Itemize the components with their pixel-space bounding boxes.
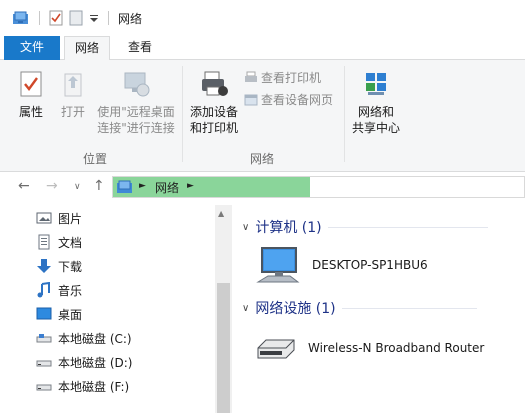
network-folder-icon xyxy=(13,11,28,24)
group-header-network-infrastructure[interactable]: ∨ 网络设施 (1) xyxy=(242,298,477,318)
group-divider xyxy=(327,226,488,228)
nav-item-drive-c[interactable]: 本地磁盘 (C:) xyxy=(36,327,132,349)
network-sharing-icon xyxy=(366,73,386,95)
network-location-icon xyxy=(117,180,132,193)
downloads-icon xyxy=(37,259,51,273)
toolbar-separator xyxy=(39,11,40,25)
nav-item-label: 本地磁盘 (F:) xyxy=(58,379,130,394)
computer-item[interactable]: DESKTOP-SP1HBU6 xyxy=(256,246,428,284)
breadcrumb-chevron-icon[interactable]: ► xyxy=(187,181,194,191)
ribbon: 属性 打开 使用"远程桌面 连接"进行连接 位置 添加设备 和打印机 查看打印机… xyxy=(0,60,525,172)
nav-item-label: 桌面 xyxy=(58,307,83,322)
group-header-label: 计算机 (1) xyxy=(255,220,322,236)
documents-icon xyxy=(38,234,50,250)
view-printers-button[interactable]: 查看打印机 xyxy=(244,69,321,86)
open-label: 打开 xyxy=(60,105,85,119)
add-devices-button[interactable]: 添加设备 和打印机 xyxy=(187,70,241,136)
network-sharing-center-button[interactable]: 网络和 共享中心 xyxy=(350,70,402,136)
remote-desktop-label-line2: 连接"进行连接 xyxy=(97,121,175,135)
nav-item-label: 本地磁盘 (C:) xyxy=(58,331,132,346)
quick-access-toolbar xyxy=(12,10,112,26)
recent-dropdown-icon[interactable]: ∨ xyxy=(74,182,81,192)
nav-item-label: 下载 xyxy=(58,259,83,274)
tab-view[interactable]: 查看 xyxy=(118,36,162,60)
group-header-label: 网络设施 (1) xyxy=(255,301,336,317)
nav-item-documents[interactable]: 文档 xyxy=(36,231,82,253)
toolbar-separator xyxy=(108,11,109,25)
nav-item-label: 图片 xyxy=(58,211,83,226)
breadcrumb-chevron-icon[interactable]: ► xyxy=(139,181,146,191)
view-device-webpage-button[interactable]: 查看设备网页 xyxy=(244,91,333,108)
group-divider xyxy=(341,307,477,309)
view-device-webpage-icon xyxy=(244,94,258,105)
properties-check-icon[interactable] xyxy=(49,10,63,26)
navigation-bar: ← → ∨ ↑ ► 网络 ► xyxy=(0,172,525,202)
nav-scrollbar-thumb[interactable] xyxy=(217,283,230,413)
up-arrow-icon[interactable]: ↑ xyxy=(93,178,105,194)
drive-icon xyxy=(36,384,52,391)
network-sharing-label-line2: 共享中心 xyxy=(351,121,400,135)
forward-arrow-icon[interactable]: → xyxy=(46,178,58,194)
nav-item-drive-d[interactable]: 本地磁盘 (D:) xyxy=(36,351,132,373)
nav-item-label: 本地磁盘 (D:) xyxy=(58,355,133,370)
collapse-chevron-icon[interactable]: ∨ xyxy=(242,222,249,233)
nav-item-label: 文档 xyxy=(58,235,83,250)
scroll-up-icon[interactable]: ▲ xyxy=(218,209,224,218)
printer-icon xyxy=(202,71,228,96)
properties-button[interactable]: 属性 xyxy=(12,70,50,120)
nav-item-downloads[interactable]: 下载 xyxy=(36,255,82,277)
properties-label: 属性 xyxy=(18,105,43,119)
customize-dropdown-icon[interactable] xyxy=(89,10,99,26)
drive-icon xyxy=(36,334,52,343)
collapse-chevron-icon[interactable]: ∨ xyxy=(242,303,249,314)
router-name: Wireless-N Broadband Router xyxy=(308,341,485,355)
router-item[interactable]: Wireless-N Broadband Router xyxy=(256,334,484,362)
remote-desktop-label-line1: 使用"远程桌面 xyxy=(97,105,175,119)
add-devices-label-line1: 添加设备 xyxy=(189,105,238,119)
nav-item-pictures[interactable]: 图片 xyxy=(36,207,82,229)
back-arrow-icon[interactable]: ← xyxy=(18,178,30,194)
breadcrumb-network[interactable]: 网络 xyxy=(155,179,179,196)
nav-item-drive-f[interactable]: 本地磁盘 (F:) xyxy=(36,375,129,397)
tab-file[interactable]: 文件 xyxy=(4,36,60,60)
open-icon xyxy=(64,73,82,97)
nav-item-music[interactable]: 音乐 xyxy=(36,279,82,301)
group-header-computers[interactable]: ∨ 计算机 (1) xyxy=(242,217,488,237)
group-label-network: 网络 xyxy=(250,152,275,166)
drive-icon xyxy=(36,360,52,367)
network-sharing-label-line1: 网络和 xyxy=(357,105,394,119)
ribbon-tabs: 文件 网络 查看 xyxy=(0,36,525,61)
music-icon xyxy=(37,282,50,298)
computer-name: DESKTOP-SP1HBU6 xyxy=(312,258,428,272)
group-label-location: 位置 xyxy=(83,152,108,166)
window-title: 网络 xyxy=(118,11,143,26)
nav-item-desktop[interactable]: 桌面 xyxy=(36,303,82,325)
new-folder-icon[interactable] xyxy=(69,10,83,26)
remote-desktop-icon xyxy=(124,72,150,97)
nav-item-label: 音乐 xyxy=(58,283,83,298)
desktop-icon xyxy=(36,307,52,320)
ribbon-group-separator xyxy=(344,66,345,162)
properties-icon xyxy=(20,71,42,97)
add-devices-label-line2: 和打印机 xyxy=(189,121,238,135)
tab-network[interactable]: 网络 xyxy=(64,36,110,61)
address-bar[interactable]: ► 网络 ► xyxy=(112,176,525,198)
pictures-icon xyxy=(36,212,52,224)
ribbon-group-separator xyxy=(182,66,183,162)
router-icon xyxy=(257,339,295,359)
view-device-webpage-label: 查看设备网页 xyxy=(261,93,334,107)
title-bar: 网络 xyxy=(0,0,525,36)
remote-desktop-button[interactable]: 使用"远程桌面 连接"进行连接 xyxy=(94,70,178,136)
view-printers-label: 查看打印机 xyxy=(261,71,322,85)
view-printers-icon xyxy=(245,71,257,82)
computer-icon xyxy=(256,247,300,283)
open-button[interactable]: 打开 xyxy=(56,70,90,120)
